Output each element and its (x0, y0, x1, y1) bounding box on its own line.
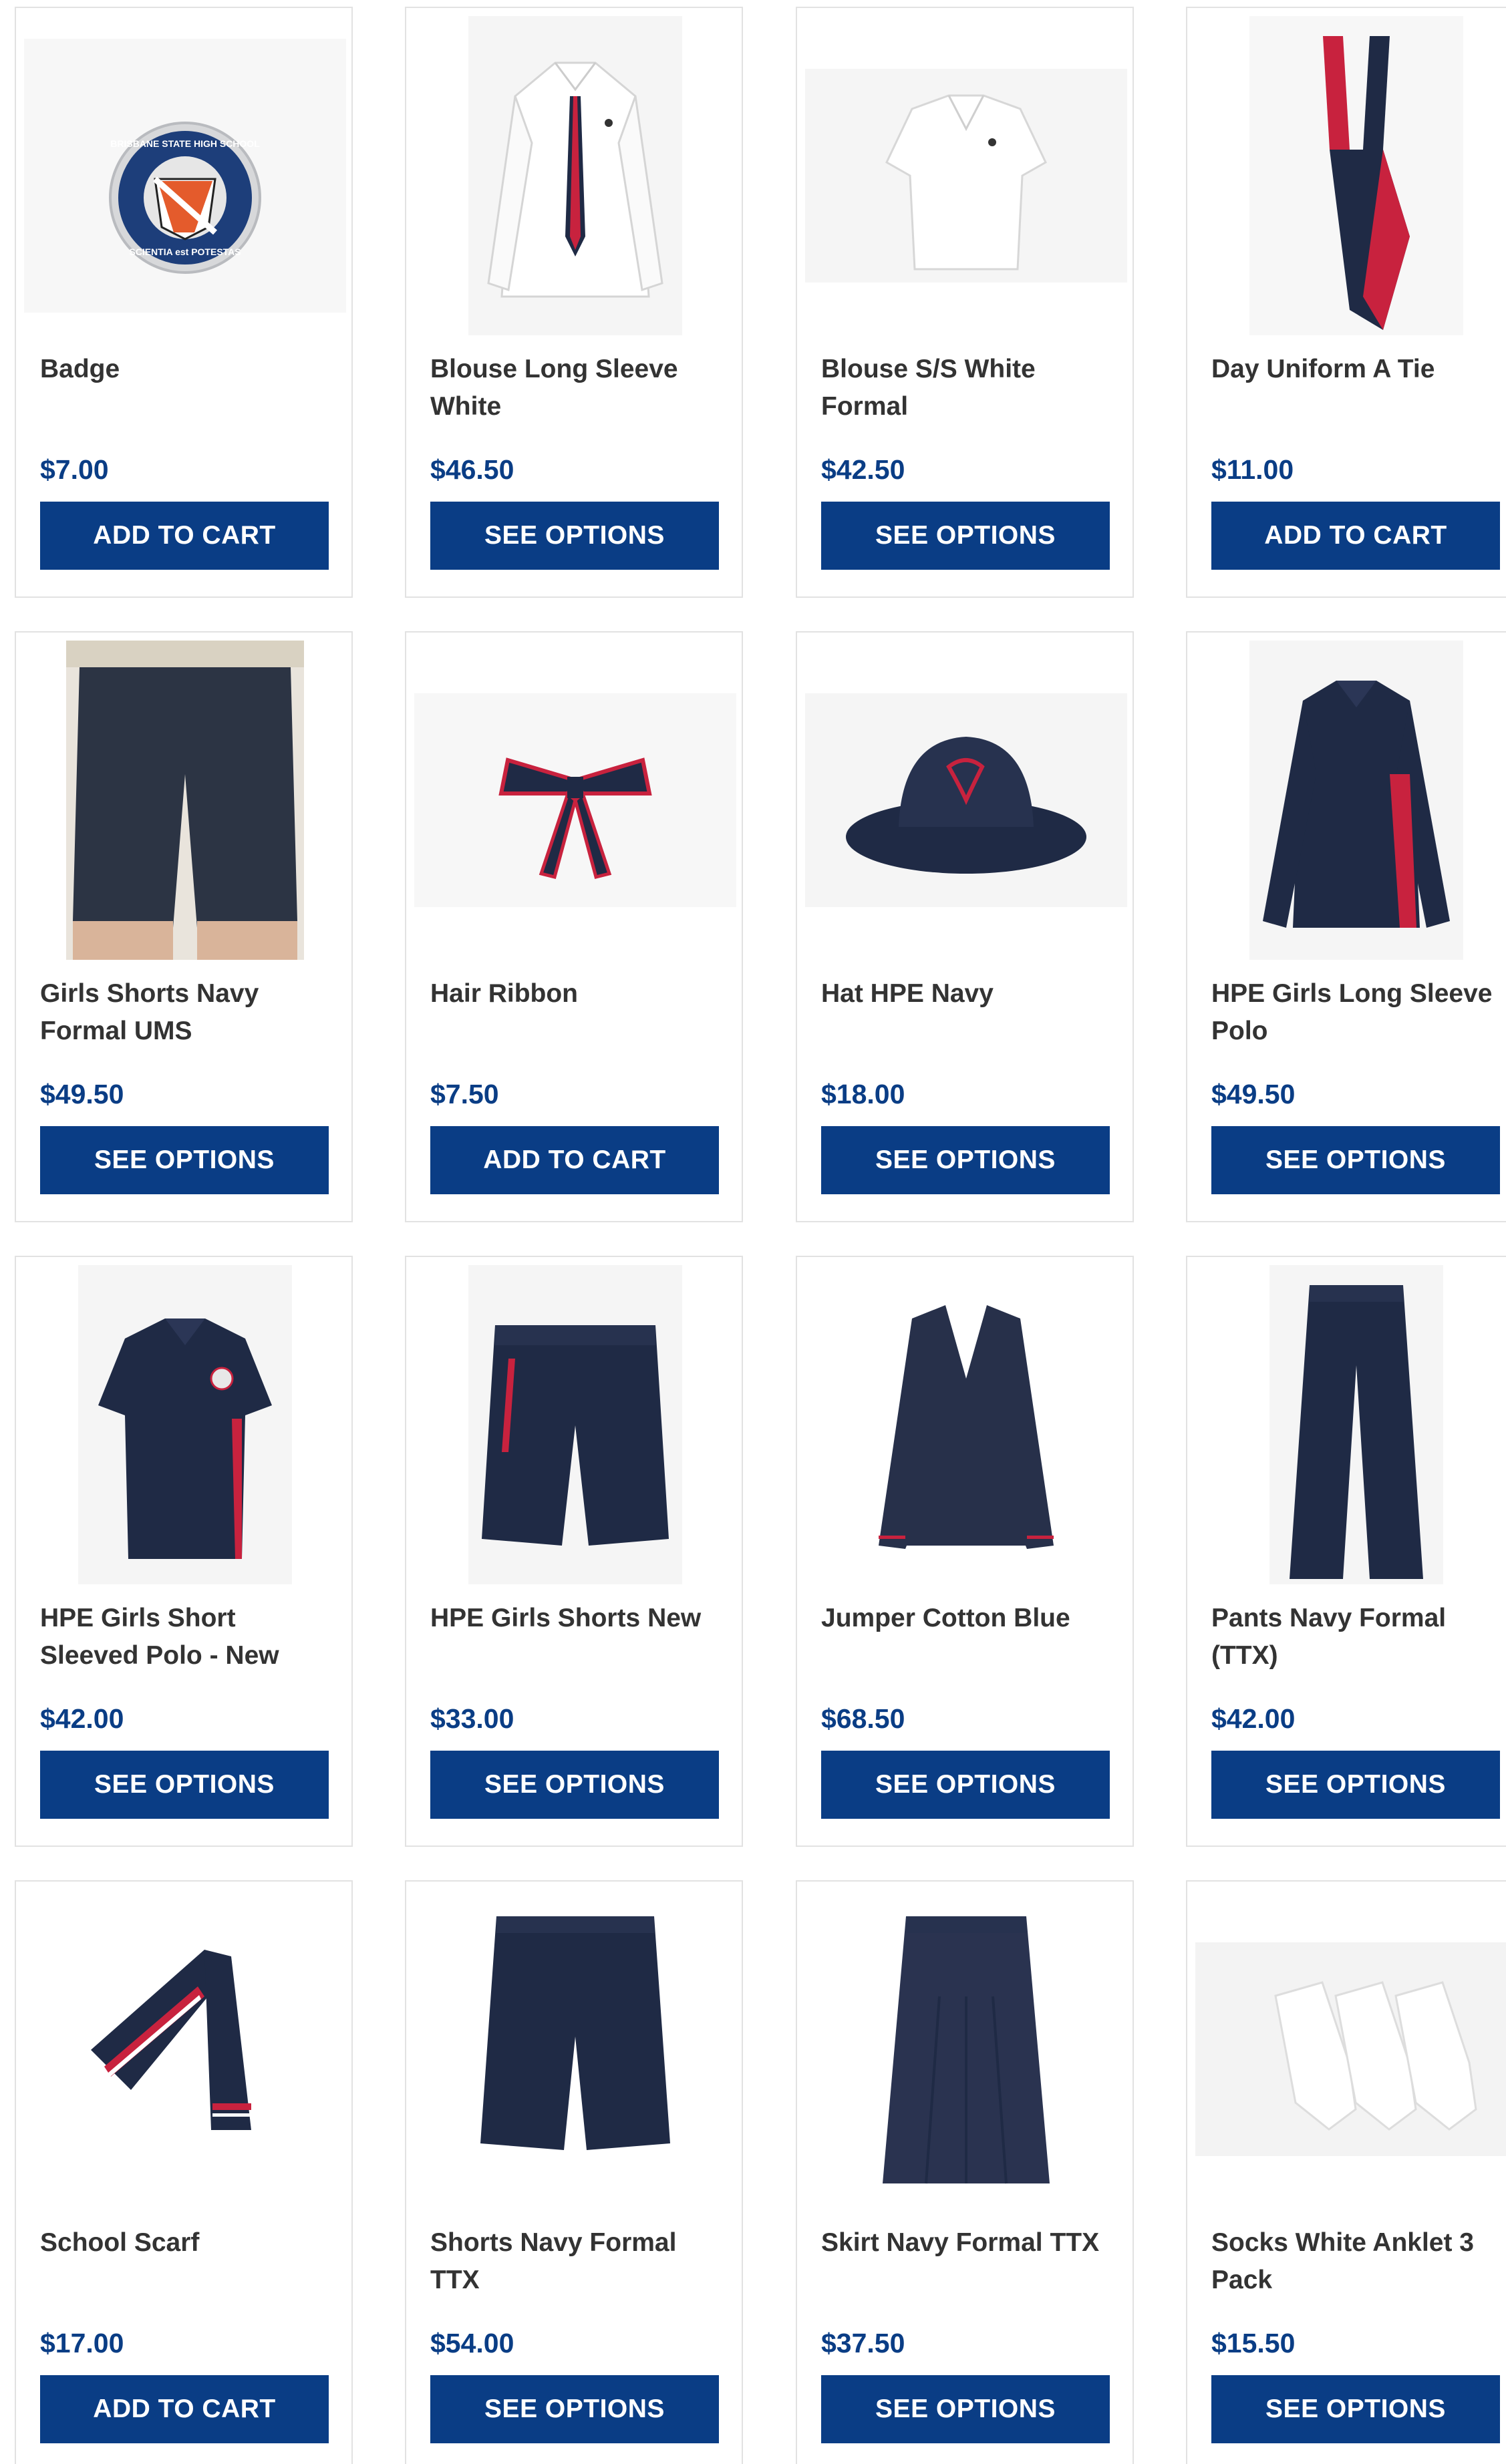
product-name[interactable]: Badge (40, 351, 334, 388)
blouse-short-sleeve-image[interactable] (805, 16, 1127, 335)
product-price: $37.50 (821, 2328, 905, 2358)
product-name[interactable]: Jumper Cotton Blue (821, 1600, 1115, 1637)
product-card: Blouse Long Sleeve White $46.50 SEE OPTI… (405, 7, 743, 598)
product-card: Blouse S/S White Formal $42.50 SEE OPTIO… (796, 7, 1134, 598)
product-name[interactable]: Day Uniform A Tie (1211, 351, 1505, 388)
see-options-button[interactable]: SEE OPTIONS (821, 1126, 1110, 1194)
product-name[interactable]: Hair Ribbon (430, 975, 724, 1013)
product-name[interactable]: Girls Shorts Navy Formal UMS (40, 975, 334, 1050)
shorts-image[interactable] (24, 641, 346, 960)
formal-shorts-image[interactable] (414, 1890, 736, 2209)
see-options-button[interactable]: SEE OPTIONS (40, 1751, 329, 1819)
product-price: $33.00 (430, 1703, 514, 1734)
product-price: $42.00 (40, 1703, 124, 1734)
product-price: $7.50 (430, 1079, 499, 1109)
polo-long-image[interactable] (1195, 641, 1506, 960)
product-price: $42.00 (1211, 1703, 1296, 1734)
product-card: Hat HPE Navy $18.00 SEE OPTIONS (796, 631, 1134, 1222)
product-price: $68.50 (821, 1703, 905, 1734)
add-to-cart-button[interactable]: ADD TO CART (430, 1126, 719, 1194)
product-grid: BRISBANE STATE HIGH SCHOOL SCIENTIA est … (0, 0, 1506, 2464)
see-options-button[interactable]: SEE OPTIONS (821, 2375, 1110, 2443)
product-card: Socks White Anklet 3 Pack $15.50 SEE OPT… (1186, 1880, 1506, 2464)
product-name[interactable]: HPE Girls Shorts New (430, 1600, 724, 1637)
product-name[interactable]: Blouse Long Sleeve White (430, 351, 724, 425)
product-card: HPE Girls Long Sleeve Polo $49.50 SEE OP… (1186, 631, 1506, 1222)
product-name[interactable]: HPE Girls Short Sleeved Polo - New (40, 1600, 334, 1675)
product-name[interactable]: Shorts Navy Formal TTX (430, 2224, 724, 2299)
see-options-button[interactable]: SEE OPTIONS (430, 502, 719, 570)
scarf-image[interactable] (24, 1890, 346, 2209)
product-name[interactable]: Blouse S/S White Formal (821, 351, 1115, 425)
product-card: Pants Navy Formal (TTX) $42.00 SEE OPTIO… (1186, 1256, 1506, 1847)
product-card: Skirt Navy Formal TTX $37.50 SEE OPTIONS (796, 1880, 1134, 2464)
badge-image[interactable]: BRISBANE STATE HIGH SCHOOL SCIENTIA est … (24, 16, 346, 335)
sport-shorts-image[interactable] (414, 1265, 736, 1584)
product-card: Hair Ribbon $7.50 ADD TO CART (405, 631, 743, 1222)
product-card: School Scarf $17.00 ADD TO CART (15, 1880, 353, 2464)
product-price: $54.00 (430, 2328, 514, 2358)
product-card: Jumper Cotton Blue $68.50 SEE OPTIONS (796, 1256, 1134, 1847)
product-name[interactable]: Socks White Anklet 3 Pack (1211, 2224, 1505, 2299)
see-options-button[interactable]: SEE OPTIONS (430, 1751, 719, 1819)
product-price: $42.50 (821, 454, 905, 485)
product-price: $15.50 (1211, 2328, 1296, 2358)
see-options-button[interactable]: SEE OPTIONS (821, 1751, 1110, 1819)
product-price: $7.00 (40, 454, 109, 485)
product-price: $17.00 (40, 2328, 124, 2358)
see-options-button[interactable]: SEE OPTIONS (40, 1126, 329, 1194)
tie-image[interactable] (1195, 16, 1506, 335)
product-card: Day Uniform A Tie $11.00 ADD TO CART (1186, 7, 1506, 598)
product-card: HPE Girls Shorts New $33.00 SEE OPTIONS (405, 1256, 743, 1847)
product-name[interactable]: Pants Navy Formal (TTX) (1211, 1600, 1505, 1675)
add-to-cart-button[interactable]: ADD TO CART (1211, 502, 1500, 570)
product-card: Girls Shorts Navy Formal UMS $49.50 SEE … (15, 631, 353, 1222)
see-options-button[interactable]: SEE OPTIONS (1211, 2375, 1500, 2443)
pants-image[interactable] (1195, 1265, 1506, 1584)
product-price: $49.50 (1211, 1079, 1296, 1109)
see-options-button[interactable]: SEE OPTIONS (821, 502, 1110, 570)
see-options-button[interactable]: SEE OPTIONS (1211, 1126, 1500, 1194)
product-name[interactable]: School Scarf (40, 2224, 334, 2262)
socks-image[interactable] (1195, 1890, 1506, 2209)
see-options-button[interactable]: SEE OPTIONS (1211, 1751, 1500, 1819)
see-options-button[interactable]: SEE OPTIONS (430, 2375, 719, 2443)
product-price: $46.50 (430, 454, 514, 485)
product-card: HPE Girls Short Sleeved Polo - New $42.0… (15, 1256, 353, 1847)
ribbon-image[interactable] (414, 641, 736, 960)
product-price: $18.00 (821, 1079, 905, 1109)
product-card: Shorts Navy Formal TTX $54.00 SEE OPTION… (405, 1880, 743, 2464)
product-name[interactable]: Hat HPE Navy (821, 975, 1115, 1013)
blouse-long-sleeve-image[interactable] (414, 16, 736, 335)
product-price: $11.00 (1211, 454, 1294, 485)
badge-bottom-text: SCIENTIA est POTESTAS (129, 246, 241, 257)
hat-image[interactable] (805, 641, 1127, 960)
add-to-cart-button[interactable]: ADD TO CART (40, 502, 329, 570)
product-name[interactable]: Skirt Navy Formal TTX (821, 2224, 1115, 2262)
badge-top-text: BRISBANE STATE HIGH SCHOOL (110, 138, 260, 149)
skirt-image[interactable] (805, 1890, 1127, 2209)
product-price: $49.50 (40, 1079, 124, 1109)
jumper-image[interactable] (805, 1265, 1127, 1584)
add-to-cart-button[interactable]: ADD TO CART (40, 2375, 329, 2443)
product-card: BRISBANE STATE HIGH SCHOOL SCIENTIA est … (15, 7, 353, 598)
polo-short-image[interactable] (24, 1265, 346, 1584)
product-name[interactable]: HPE Girls Long Sleeve Polo (1211, 975, 1505, 1050)
